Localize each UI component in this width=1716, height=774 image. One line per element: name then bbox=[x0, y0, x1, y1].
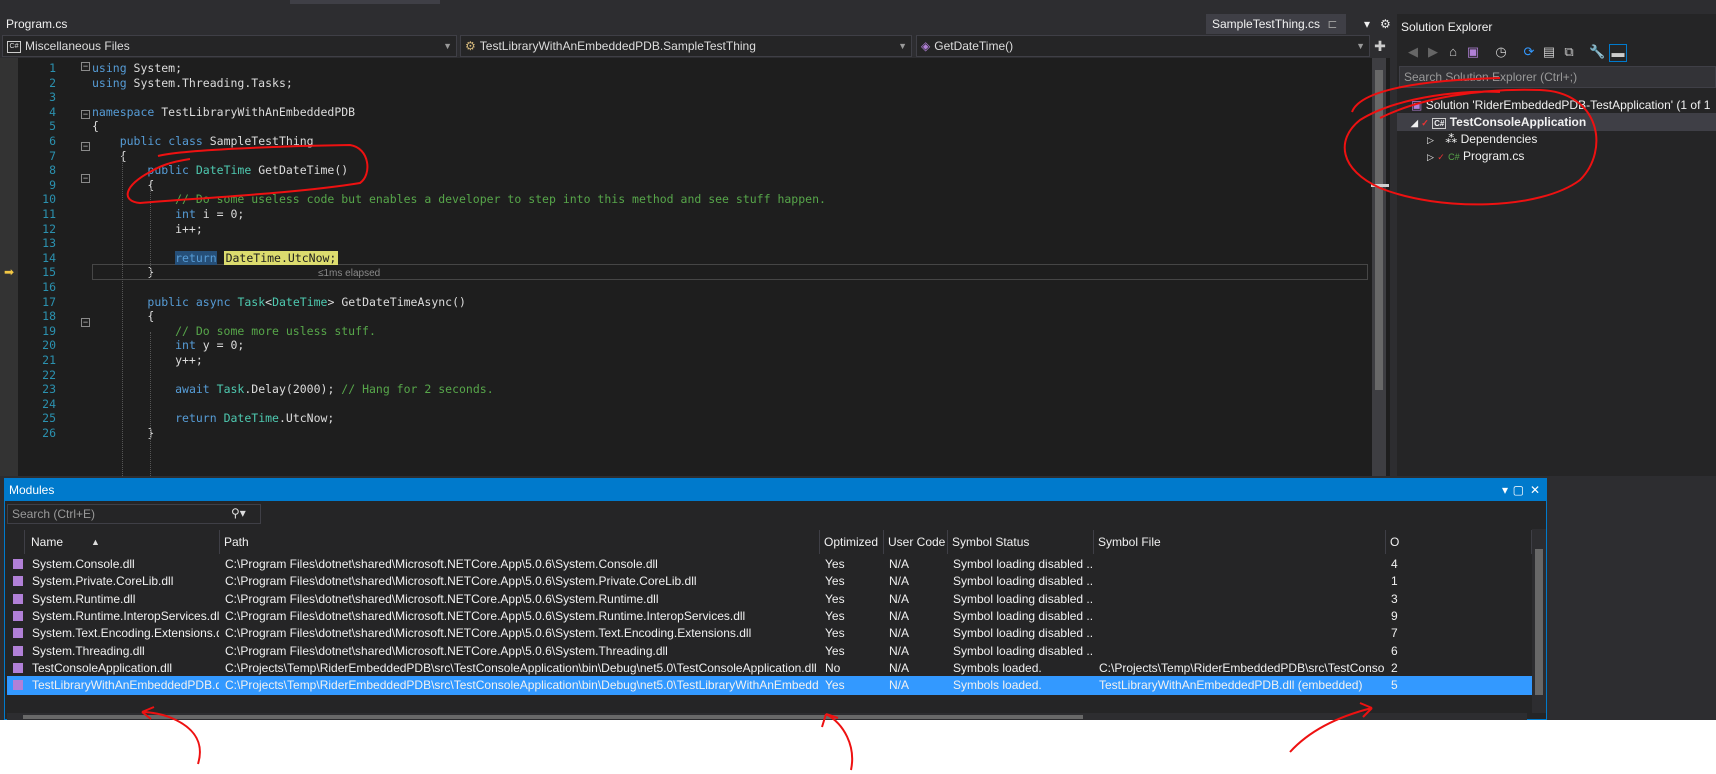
circle-annotation-solution bbox=[1343, 77, 1598, 206]
arrow-annotation-symbol-file bbox=[1289, 702, 1373, 753]
circle-annotation-method bbox=[126, 143, 369, 205]
annotation-layer bbox=[126, 77, 1598, 771]
arrow-annotation-name bbox=[141, 706, 201, 765]
arrow-annotation-path bbox=[821, 713, 854, 771]
